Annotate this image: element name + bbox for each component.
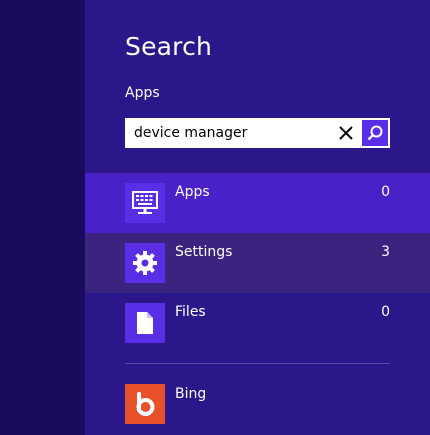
search-category-apps[interactable]: Apps 0 xyxy=(85,173,430,233)
bing-tile xyxy=(125,384,165,424)
result-count: 0 xyxy=(381,304,390,320)
result-count: 0 xyxy=(381,184,390,200)
document-icon xyxy=(137,312,153,334)
provider-label: Bing xyxy=(175,386,207,402)
search-icon xyxy=(367,125,383,141)
gear-icon xyxy=(133,251,157,275)
search-input[interactable] xyxy=(125,118,325,148)
bing-logo-icon xyxy=(136,392,155,416)
close-icon xyxy=(339,126,353,140)
search-provider-bing[interactable]: Bing xyxy=(85,375,430,435)
providers-divider xyxy=(125,363,390,364)
keyboard-monitor-icon xyxy=(132,191,158,214)
settings-tile xyxy=(125,243,165,283)
clear-search-button[interactable] xyxy=(332,118,360,148)
search-submit-button[interactable] xyxy=(362,120,388,146)
result-count: 3 xyxy=(381,244,390,260)
charm-title: Search xyxy=(125,32,213,61)
desktop-backdrop xyxy=(0,0,85,435)
category-label: Settings xyxy=(175,244,233,260)
search-category-settings[interactable]: Settings 3 xyxy=(85,233,430,293)
apps-tile xyxy=(125,183,165,223)
search-box xyxy=(125,118,390,148)
files-tile xyxy=(125,303,165,343)
category-label: Apps xyxy=(175,184,210,200)
search-category-files[interactable]: Files 0 xyxy=(85,293,430,353)
category-label: Files xyxy=(175,304,206,320)
search-scope-label[interactable]: Apps xyxy=(125,85,160,101)
